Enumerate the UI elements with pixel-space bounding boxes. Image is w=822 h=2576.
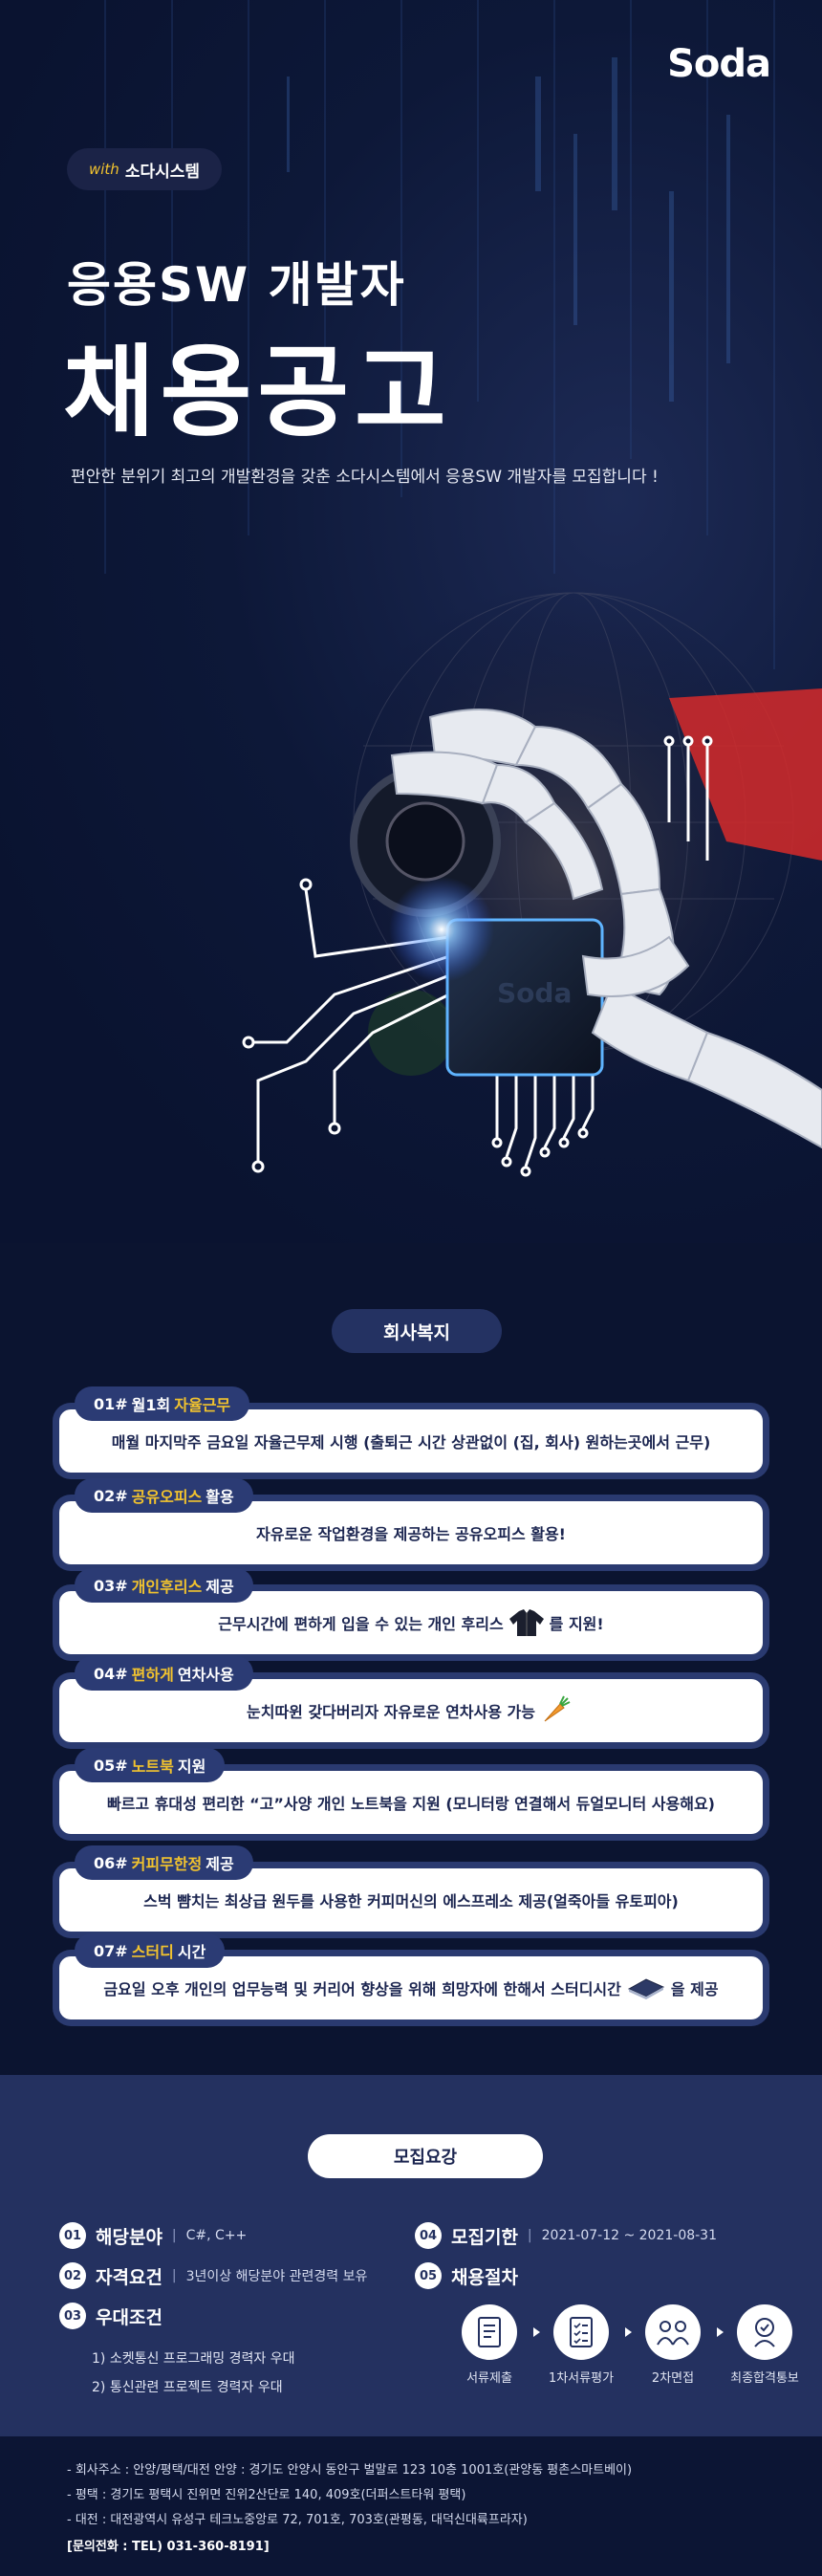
field-value: C#, C++: [185, 2228, 248, 2243]
welfare-num: 01#: [94, 1394, 128, 1413]
recruit-title: 모집요강: [308, 2134, 543, 2178]
process-label: 채용절차: [451, 2266, 518, 2288]
welfare-tag-2: 02# 공유오피스 활용: [75, 1478, 253, 1513]
welfare-title: 회사복지: [332, 1309, 502, 1353]
step-final-notice: 최종합격통보: [725, 2304, 805, 2386]
interview-people-icon: [645, 2304, 701, 2360]
address-pyeongtaek: - 평택 : 경기도 평택시 진위면 진위2산단로 140, 409호(더퍼스트…: [67, 2488, 466, 2502]
welfare-text: 스벅 뺨치는 최상급 원두를 사용한 커피머신의 에스프레소 제공(얼죽아들 유…: [143, 1892, 679, 1910]
welfare-num: 07#: [94, 1941, 128, 1960]
welfare-tag-highlight: 자율근무: [174, 1396, 231, 1414]
welfare-num: 04#: [94, 1664, 128, 1683]
welfare-num: 02#: [94, 1486, 128, 1505]
welfare-tag-highlight: 편하게: [131, 1666, 174, 1684]
document-icon: [462, 2304, 517, 2360]
deadline-label: 모집기한: [451, 2226, 518, 2248]
welfare-tag-post: 활용: [206, 1488, 234, 1506]
welfare-item-5: 05# 노트북 지원 빠르고 휴대성 편리한 “고”사양 개인 노트북을 지원 …: [59, 1748, 763, 1834]
welfare-tag-post: 연차사용: [177, 1666, 234, 1684]
step-label: 2차면접: [651, 2371, 695, 2386]
welfare-item-2: 02# 공유오피스 활용 자유로운 작업환경을 제공하는 공유오피스 활용!: [59, 1478, 763, 1564]
carrot-icon: [544, 1695, 571, 1722]
preference-label: 우대조건: [96, 2306, 162, 2328]
robot-hand-chip-illustration: Soda: [242, 583, 822, 1177]
recruit-section: 모집요강 01 해당분야 | C#, C++ 02 자격요건 | 3년이상 해당…: [0, 2075, 822, 2436]
chip-logo: Soda: [497, 977, 572, 1009]
arrow-icon: [717, 2327, 724, 2337]
welfare-text: 매월 마지막주 금요일 자율근무제 시행 (출퇴근 시간 상관없이 (집, 회사…: [111, 1433, 711, 1452]
welfare-text: 눈치따윈 갖다버리자 자유로운 연차사용 가능: [247, 1703, 535, 1721]
welfare-text: 빠르고 휴대성 편리한 “고”사양 개인 노트북을 지원 (모니터랑 연결해서 …: [106, 1795, 715, 1813]
arrow-icon: [625, 2327, 632, 2337]
welfare-num: 05#: [94, 1756, 128, 1775]
welfare-text: 금요일 오후 개인의 업무능력 및 커리어 향상을 위해 희망자에 한해서 스터…: [103, 1980, 621, 1998]
hero-section: Soda with 소다시스템 응용SW 개발자 채용공고 편안한 분위기 최고…: [0, 0, 822, 1243]
deadline-row: 04 모집기한 | 2021-07-12 ~ 2021-08-31: [415, 2222, 717, 2249]
welfare-tag-5: 05# 노트북 지원: [75, 1748, 226, 1782]
welfare-item-4: 04# 편하게 연차사용 눈치따윈 갖다버리자 자유로운 연차사용 가능: [59, 1656, 763, 1742]
field-label: 해당분야: [96, 2226, 162, 2248]
welfare-tag-post: 제공: [206, 1578, 234, 1596]
field-num: 01: [59, 2222, 86, 2249]
step-interview: 2차면접: [633, 2304, 713, 2386]
welfare-tag-4: 04# 편하게 연차사용: [75, 1656, 253, 1691]
welfare-tag-highlight: 스터디: [131, 1943, 174, 1961]
address-daejeon: - 대전 : 대전광역시 유성구 테크노중앙로 72, 701호, 703호(관…: [67, 2513, 528, 2527]
qualification-value: 3년이상 해당분야 관련경력 보유: [185, 2269, 368, 2284]
step-label: 서류제출: [466, 2371, 512, 2386]
welfare-tag-post: 시간: [177, 1943, 206, 1961]
step-document-review: 1차서류평가: [541, 2304, 621, 2386]
arrow-icon: [533, 2327, 540, 2337]
final-pass-icon: [737, 2304, 792, 2360]
welfare-tag-highlight: 노트북: [131, 1757, 174, 1776]
welfare-item-6: 06# 커피무한정 제공 스벅 뺨치는 최상급 원두를 사용한 커피머신의 에스…: [59, 1845, 763, 1932]
welfare-tag-pre: 월1회: [131, 1396, 171, 1414]
process-row: 05 채용절차: [415, 2262, 528, 2289]
address-anyang: - 회사주소 : 안양/평택/대전 안양 : 경기도 안양시 동안구 벌말로 1…: [67, 2463, 633, 2478]
qualification-num: 02: [59, 2262, 86, 2289]
preference-num: 03: [59, 2303, 86, 2329]
welfare-item-1: 01# 월1회 자율근무 매월 마지막주 금요일 자율근무제 시행 (출퇴근 시…: [59, 1386, 763, 1473]
deadline-num: 04: [415, 2222, 442, 2249]
welfare-tag-post: 지원: [177, 1757, 206, 1776]
welfare-text-after: 를 지원!: [549, 1615, 604, 1633]
checklist-icon: [553, 2304, 609, 2360]
fleece-jacket-icon: [508, 1609, 544, 1636]
welfare-num: 06#: [94, 1853, 128, 1872]
separator: |: [527, 2228, 532, 2243]
step-document-submission: 서류제출: [449, 2304, 530, 2386]
separator: |: [171, 2228, 177, 2243]
qualification-label: 자격요건: [96, 2266, 162, 2288]
welfare-text: 근무시간에 편하게 입을 수 있는 개인 후리스: [218, 1615, 504, 1633]
welfare-tag-7: 07# 스터디 시간: [75, 1933, 226, 1968]
process-num: 05: [415, 2262, 442, 2289]
welfare-text: 자유로운 작업환경을 제공하는 공유오피스 활용!: [256, 1525, 566, 1543]
hiring-process-steps: 서류제출 1차서류평가 2차면접 최종합격통보: [449, 2304, 812, 2390]
step-label: 1차서류평가: [548, 2371, 615, 2386]
welfare-tag-post: 제공: [206, 1855, 234, 1873]
welfare-item-3: 03# 개인후리스 제공 근무시간에 편하게 입을 수 있는 개인 후리스 를 …: [59, 1568, 763, 1654]
welfare-item-7: 07# 스터디 시간 금요일 오후 개인의 업무능력 및 커리어 향상을 위해 …: [59, 1933, 763, 2019]
welfare-tag-6: 06# 커피무한정 제공: [75, 1845, 253, 1880]
preference-row: 03 우대조건: [59, 2303, 172, 2329]
welfare-num: 03#: [94, 1576, 128, 1595]
laptop-study-icon: [627, 1978, 664, 1999]
welfare-text-after: 을 제공: [670, 1980, 719, 1998]
contact-phone: [문의전화 : TEL) 031-360-8191]: [67, 2540, 270, 2554]
welfare-tag-highlight: 공유오피스: [131, 1488, 203, 1506]
deadline-value: 2021-07-12 ~ 2021-08-31: [541, 2228, 717, 2243]
footer: - 회사주소 : 안양/평택/대전 안양 : 경기도 안양시 동안구 벌말로 1…: [0, 2436, 822, 2576]
qualification-row: 02 자격요건 | 3년이상 해당분야 관련경력 보유: [59, 2262, 367, 2289]
welfare-tag-highlight: 개인후리스: [131, 1578, 203, 1596]
separator: |: [171, 2268, 177, 2283]
welfare-tag-3: 03# 개인후리스 제공: [75, 1568, 253, 1603]
welfare-tag-1: 01# 월1회 자율근무: [75, 1386, 250, 1421]
preference-item: 1) 소켓통신 프로그래밍 경력자 우대: [92, 2351, 295, 2367]
welfare-tag-highlight: 커피무한정: [131, 1855, 203, 1873]
preference-item: 2) 통신관련 프로젝트 경력자 우대: [92, 2380, 283, 2395]
field-row: 01 해당분야 | C#, C++: [59, 2222, 247, 2249]
step-label: 최종합격통보: [730, 2371, 799, 2386]
